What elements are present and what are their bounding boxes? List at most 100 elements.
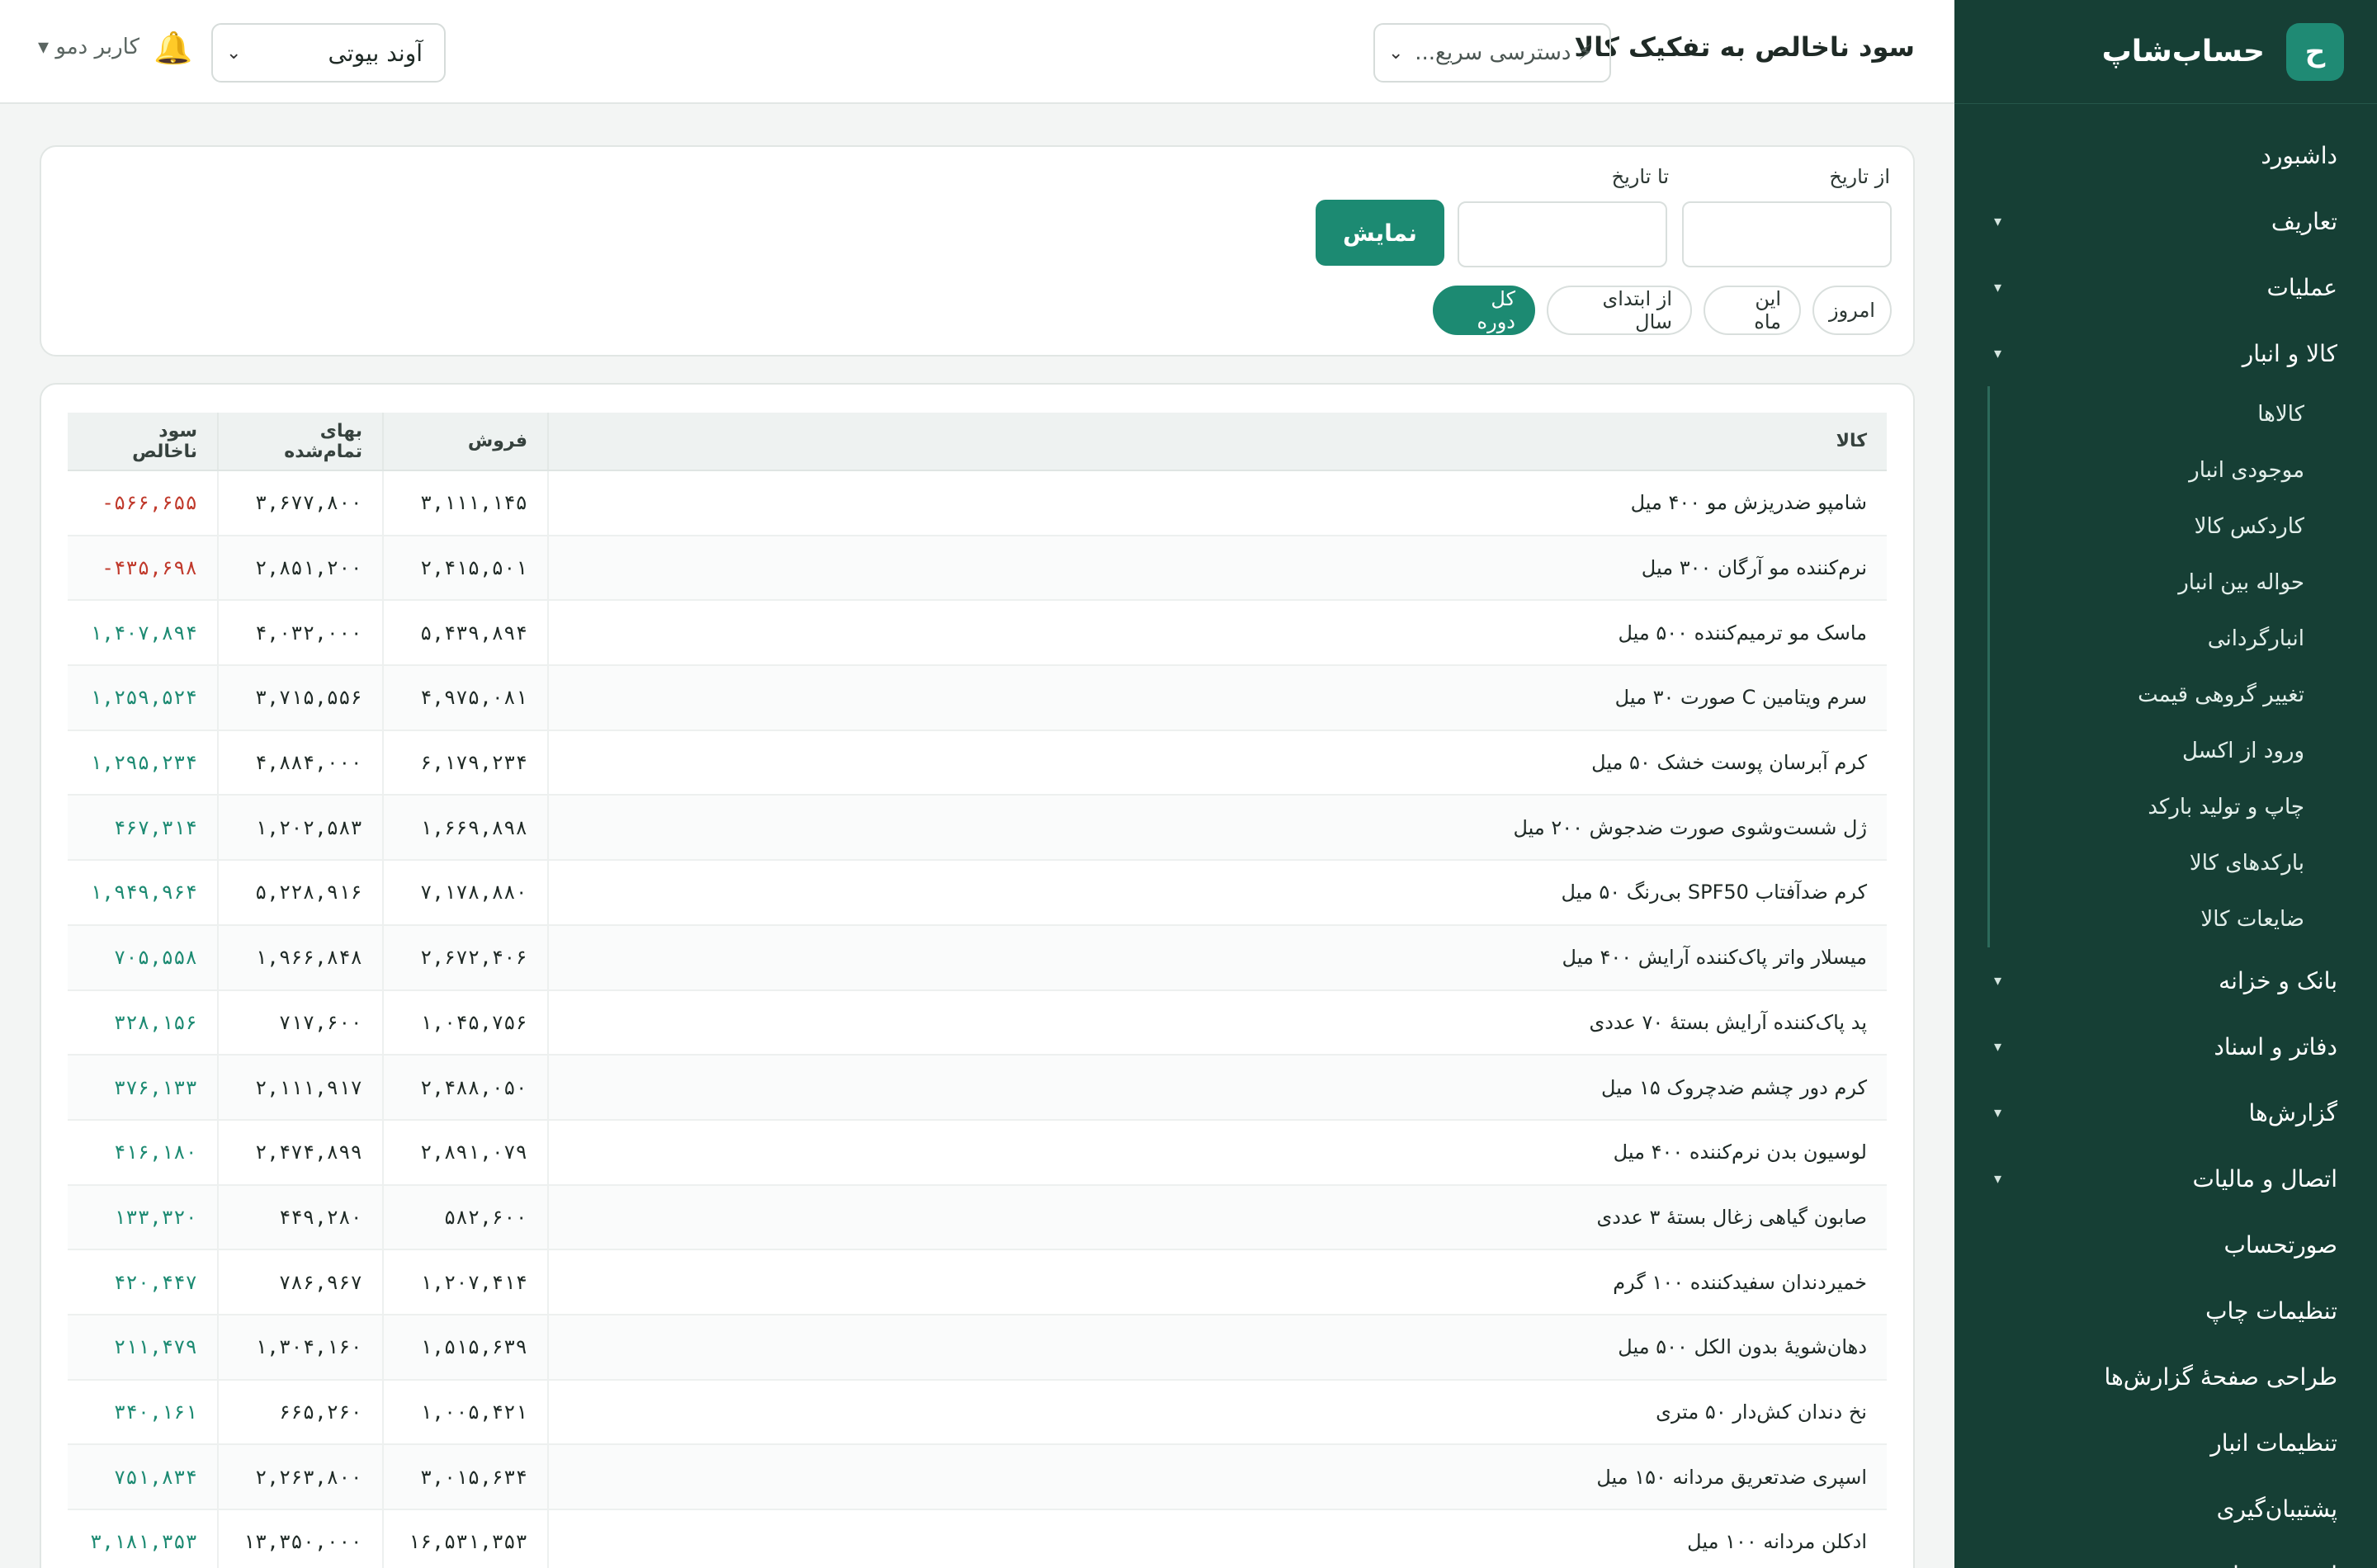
- table-row[interactable]: صابون گیاهی زغال بستهٔ ۳ عددی ۵۸۲,۶۰۰ ۴۴۹,…: [68, 1184, 1887, 1251]
- cell-gross-profit: ۳۷۶,۱۳۳: [68, 1055, 219, 1121]
- sidebar-item[interactable]: دفاتر و اسناد ▾: [1954, 1013, 2377, 1079]
- bell-icon[interactable]: 🔔: [154, 30, 192, 67]
- quick-access-placeholder: ⚡ دسترسی سریع...: [1415, 40, 1593, 65]
- sidebar-item[interactable]: بانک و خزانه ▾: [1954, 947, 2377, 1013]
- cell-sales: ۱,۵۱۵,۶۳۹: [383, 1314, 549, 1381]
- table-row[interactable]: دهان‌شویهٔ بدون الکل ۵۰۰ میل ۱,۵۱۵,۶۳۹ ۱,۳…: [68, 1314, 1887, 1381]
- cell-sales: ۱,۰۴۵,۷۵۶: [383, 989, 549, 1056]
- sidebar-item[interactable]: تعاریف ▾: [1954, 188, 2377, 254]
- submenu-item[interactable]: بارکدهای کالا: [1990, 835, 2337, 891]
- caret-down-icon: ▾: [1994, 278, 2002, 296]
- submenu-item[interactable]: چاپ و تولید بارکد: [1990, 779, 2337, 835]
- submenu-item[interactable]: انبارگردانی: [1990, 611, 2337, 667]
- table-row[interactable]: ادکلن مردانه ۱۰۰ میل ۱۶,۵۳۱,۳۵۳ ۱۳,۳۵۰,۰۰۰…: [68, 1509, 1887, 1568]
- table-row[interactable]: کرم آبرسان پوست خشک ۵۰ میل ۶,۱۷۹,۲۳۴ ۴,۸۸۴…: [68, 730, 1887, 796]
- sidebar-item[interactable]: اتصال و مالیات ▾: [1954, 1145, 2377, 1211]
- table-row[interactable]: خمیردندان سفیدکننده ۱۰۰ گرم ۱,۲۰۷,۴۱۴ ۷۸۶,…: [68, 1249, 1887, 1315]
- cell-sales: ۱,۰۰۵,۴۲۱: [383, 1379, 549, 1446]
- sidebar: ح حساب‌شاپ داشبورد تعاریف ▾ عملیات ▾ کالا و ا…: [1954, 0, 2377, 1568]
- cell-cost: ۲,۱۱۱,۹۱۷: [218, 1055, 384, 1121]
- caret-down-icon: ▾: [1994, 1037, 2002, 1056]
- cell-cost: ۴,۰۳۲,۰۰۰: [218, 600, 384, 667]
- chip-this-month[interactable]: این ماه: [1704, 286, 1801, 335]
- sidebar-item[interactable]: کالا و انبار ▾: [1954, 320, 2377, 386]
- table-row[interactable]: کرم دور چشم ضدچروک ۱۵ میل ۲,۴۸۸,۰۵۰ ۲,۱۱۱,…: [68, 1055, 1887, 1121]
- submenu-item[interactable]: کالاها: [1990, 386, 2337, 442]
- sidebar-item-label: اتصال و مالیات: [2192, 1164, 2337, 1193]
- sidebar-item-label: تعاریف: [2271, 207, 2337, 235]
- sidebar-item-label: صورتحساب: [2223, 1230, 2338, 1259]
- cell-cost: ۴,۸۸۴,۰۰۰: [218, 730, 384, 796]
- sidebar-item[interactable]: امنیت حساب: [1954, 1542, 2377, 1568]
- to-date-input[interactable]: [1458, 201, 1667, 267]
- table-row[interactable]: میسلار واتر پاک‌کننده آرایش ۴۰۰ میل ۲,۶۷۲…: [68, 924, 1887, 991]
- cell-sales: ۱۶,۵۳۱,۳۵۳: [383, 1509, 549, 1568]
- cell-product: ژل شست‌وشوی صورت ضدجوش ۲۰۰ میل: [548, 795, 1887, 862]
- table-row[interactable]: کرم ضدآفتاب SPF50 بی‌رنگ ۵۰ میل ۷,۱۷۸,۸۸۰…: [68, 860, 1887, 926]
- to-date-label: تا تاریخ: [1611, 165, 1669, 188]
- col-gross-header[interactable]: سود ناخالص: [68, 413, 219, 471]
- sidebar-item[interactable]: عملیات ▾: [1954, 254, 2377, 320]
- sidebar-item[interactable]: داشبورد: [1954, 122, 2377, 188]
- table-row[interactable]: نخ دندان کش‌دار ۵۰ متری ۱,۰۰۵,۴۲۱ ۶۶۵,۲۶۰ ۳…: [68, 1379, 1887, 1446]
- col-product-header[interactable]: کالا: [548, 413, 1887, 471]
- cell-gross-profit: ۷۰۵,۵۵۸: [68, 924, 219, 991]
- submenu-item[interactable]: ورود از اکسل: [1990, 723, 2337, 779]
- branch-select[interactable]: آوند بیوتی ⌄: [211, 23, 446, 83]
- cell-sales: ۱,۲۰۷,۴۱۴: [383, 1249, 549, 1315]
- col-sales-header[interactable]: فروش: [383, 413, 549, 471]
- table-row[interactable]: نرم‌کننده مو آرگان ۳۰۰ میل ۲,۴۱۵,۵۰۱ ۲,۸۵۱…: [68, 535, 1887, 602]
- table-row[interactable]: ماسک مو ترمیم‌کننده ۵۰۰ میل ۵,۴۳۹,۸۹۴ ۴,۰۳…: [68, 600, 1887, 667]
- cell-cost: ۲,۲۶۳,۸۰۰: [218, 1444, 384, 1510]
- cell-product: پد پاک‌کننده آرایش بستهٔ ۷۰ عددی: [548, 989, 1887, 1056]
- brand[interactable]: ح حساب‌شاپ: [1954, 0, 2377, 104]
- table-row[interactable]: لوسیون بدن نرم‌کننده ۴۰۰ میل ۲,۸۹۱,۰۷۹ ۲,۴…: [68, 1119, 1887, 1186]
- table-row[interactable]: سرم ویتامین C صورت ۳۰ میل ۴,۹۷۵,۰۸۱ ۳,۷۱۵,…: [68, 665, 1887, 731]
- submenu-item[interactable]: حواله بین انبار: [1990, 555, 2337, 611]
- quick-access-select[interactable]: ⚡ دسترسی سریع... ⌄: [1373, 23, 1611, 83]
- table-row[interactable]: پد پاک‌کننده آرایش بستهٔ ۷۰ عددی ۱,۰۴۵,۷۵…: [68, 989, 1887, 1056]
- cell-sales: ۲,۴۸۸,۰۵۰: [383, 1055, 549, 1121]
- sidebar-item[interactable]: صورتحساب: [1954, 1211, 2377, 1278]
- submenu-item[interactable]: کاردکس کالا: [1990, 498, 2337, 555]
- caret-down-icon: ▾: [1994, 1169, 2002, 1188]
- cell-cost: ۲,۴۷۴,۸۹۹: [218, 1119, 384, 1186]
- submenu-item[interactable]: ضایعات کالا: [1990, 891, 2337, 947]
- cell-sales: ۶,۱۷۹,۲۳۴: [383, 730, 549, 796]
- chip-today[interactable]: امروز: [1812, 286, 1892, 335]
- branch-value: آوند بیوتی: [328, 39, 423, 67]
- sidebar-item[interactable]: تنظیمات چاپ: [1954, 1278, 2377, 1344]
- cell-gross-profit: ۱۳۳,۳۲۰: [68, 1184, 219, 1251]
- app-name: حساب‌شاپ: [2101, 35, 2265, 68]
- table-row[interactable]: ژل شست‌وشوی صورت ضدجوش ۲۰۰ میل ۱,۶۶۹,۸۹۸ ۱…: [68, 795, 1887, 862]
- cell-product: نخ دندان کش‌دار ۵۰ متری: [548, 1379, 1887, 1446]
- show-button[interactable]: نمایش: [1316, 200, 1444, 266]
- cell-sales: ۲,۸۹۱,۰۷۹: [383, 1119, 549, 1186]
- cell-sales: ۱,۶۶۹,۸۹۸: [383, 795, 549, 862]
- cell-product: لوسیون بدن نرم‌کننده ۴۰۰ میل: [548, 1119, 1887, 1186]
- sidebar-item[interactable]: تنظیمات انبار: [1954, 1410, 2377, 1476]
- chip-all-period[interactable]: کل دوره: [1433, 286, 1535, 335]
- from-date-label: از تاریخ: [1829, 165, 1890, 188]
- from-date-input[interactable]: [1682, 201, 1892, 267]
- cell-gross-profit: ۳,۱۸۱,۳۵۳: [68, 1509, 219, 1568]
- cell-product: کرم ضدآفتاب SPF50 بی‌رنگ ۵۰ میل: [548, 860, 1887, 926]
- chip-year-start[interactable]: از ابتدای سال: [1547, 286, 1692, 335]
- submenu-item[interactable]: تغییر گروهی قیمت: [1990, 667, 2337, 723]
- cell-product: خمیردندان سفیدکننده ۱۰۰ گرم: [548, 1249, 1887, 1315]
- user-menu[interactable]: کاربر دمو ▾: [38, 35, 139, 59]
- chevron-down-icon: ⌄: [226, 42, 242, 64]
- sidebar-item-label: پشتیبان‌گیری: [2216, 1495, 2337, 1523]
- cell-product: کرم آبرسان پوست خشک ۵۰ میل: [548, 730, 1887, 796]
- cell-cost: ۳,۷۱۵,۵۵۶: [218, 665, 384, 731]
- sidebar-item[interactable]: پشتیبان‌گیری: [1954, 1476, 2377, 1542]
- col-cost-header[interactable]: بهای تمام‌شده: [218, 413, 384, 471]
- cell-cost: ۶۶۵,۲۶۰: [218, 1379, 384, 1446]
- cell-product: شامپو ضدریزش مو ۴۰۰ میل: [548, 470, 1887, 536]
- table-row[interactable]: شامپو ضدریزش مو ۴۰۰ میل ۳,۱۱۱,۱۴۵ ۳,۶۷۷,۸۰…: [68, 470, 1887, 536]
- table-row[interactable]: اسپری ضدتعریق مردانه ۱۵۰ میل ۳,۰۱۵,۶۳۴ ۲,۲…: [68, 1444, 1887, 1510]
- caret-down-icon: ▾: [1994, 1103, 2002, 1122]
- sidebar-item[interactable]: طراحی صفحهٔ گزارش‌ها: [1954, 1344, 2377, 1410]
- sidebar-item[interactable]: گزارش‌ها ▾: [1954, 1079, 2377, 1145]
- submenu-item[interactable]: موجودی انبار: [1990, 442, 2337, 498]
